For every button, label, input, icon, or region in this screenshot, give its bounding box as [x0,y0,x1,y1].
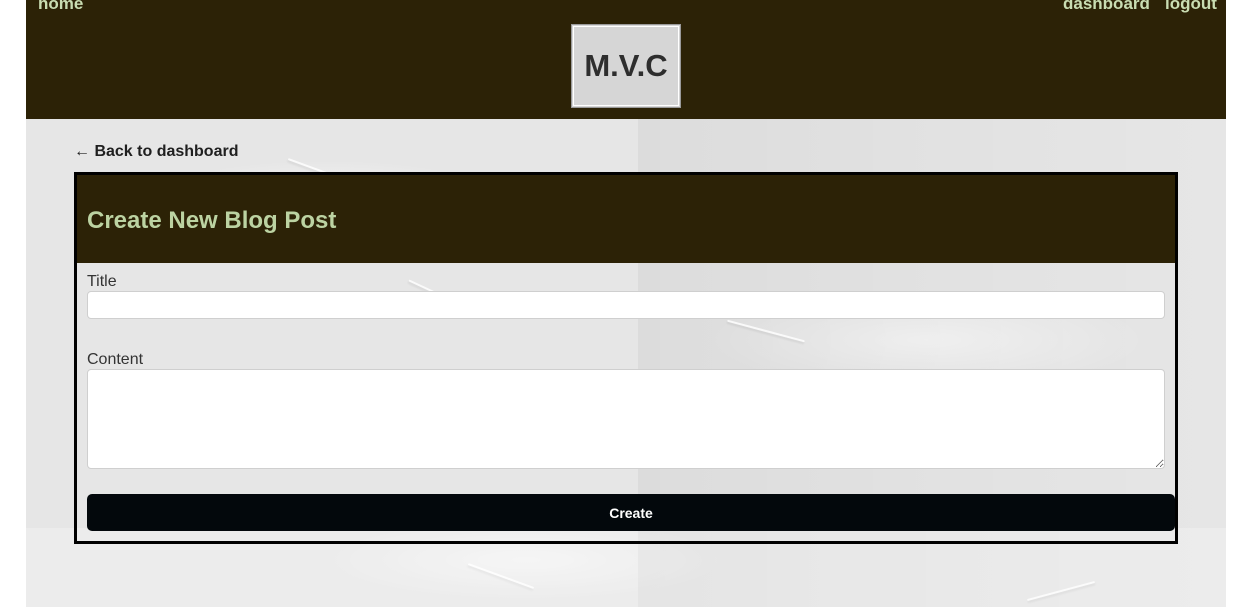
nav-dashboard-link[interactable]: dashboard [1063,0,1150,14]
nav-logout-link[interactable]: logout [1165,0,1217,14]
form-title: Create New Blog Post [87,207,337,234]
title-label: Title [87,273,117,290]
new-post-form: Create New Blog Post Title Content Creat… [74,172,1178,544]
form-header: Create New Blog Post [77,175,1175,263]
content-label: Content [87,351,144,368]
site-header: home dashboard logout M.V.C [26,0,1226,119]
title-input[interactable] [87,291,1165,319]
logo-text: M.V.C [584,48,668,83]
back-to-dashboard-link[interactable]: ← Back to dashboard [74,143,238,161]
create-button[interactable]: Create [87,494,1175,531]
site-logo[interactable]: M.V.C [571,24,681,108]
nav-home-link[interactable]: home [38,0,83,14]
page-background: home dashboard logout M.V.C ← Back to da… [26,0,1226,607]
content-textarea[interactable] [87,369,1165,469]
